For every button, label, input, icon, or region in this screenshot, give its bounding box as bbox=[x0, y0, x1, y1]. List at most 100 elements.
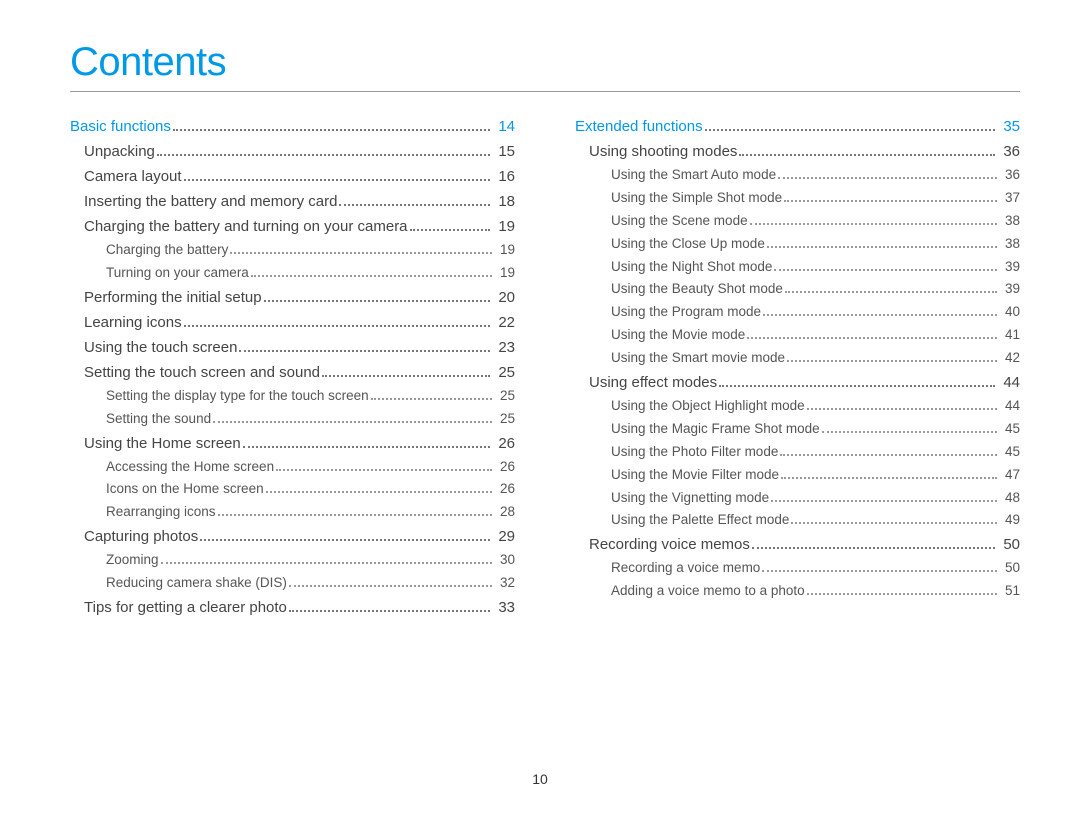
toc-entry-label: Using the Home screen bbox=[84, 433, 241, 454]
toc-entry[interactable]: Using the Vignetting mode48 bbox=[575, 489, 1020, 508]
dot-leader bbox=[213, 411, 492, 423]
dot-leader bbox=[778, 167, 997, 179]
toc-entry-label: Rearranging icons bbox=[106, 503, 216, 522]
toc-entry-page: 22 bbox=[494, 312, 515, 333]
toc-entry[interactable]: Using shooting modes36 bbox=[575, 141, 1020, 162]
toc-entry-label: Using the Magic Frame Shot mode bbox=[611, 420, 820, 439]
toc-entry-page: 26 bbox=[496, 480, 515, 499]
toc-entry-label: Inserting the battery and memory card bbox=[84, 191, 337, 212]
toc-entry-label: Using the Movie mode bbox=[611, 326, 745, 345]
toc-entry-page: 16 bbox=[494, 166, 515, 187]
toc-entry[interactable]: Using the Palette Effect mode49 bbox=[575, 511, 1020, 530]
toc-entry[interactable]: Using effect modes44 bbox=[575, 372, 1020, 393]
toc-entry-page: 23 bbox=[494, 337, 515, 358]
dot-leader bbox=[410, 218, 491, 232]
toc-entry[interactable]: Adding a voice memo to a photo 51 bbox=[575, 582, 1020, 601]
toc-entry-label: Recording a voice memo bbox=[611, 559, 760, 578]
toc-entry[interactable]: Recording a voice memo50 bbox=[575, 559, 1020, 578]
toc-entry[interactable]: Using the Photo Filter mode45 bbox=[575, 443, 1020, 462]
dot-leader bbox=[791, 512, 997, 524]
toc-entry[interactable]: Using the Beauty Shot mode39 bbox=[575, 280, 1020, 299]
toc-entry-page: 36 bbox=[1001, 166, 1020, 185]
toc-entry[interactable]: Unpacking15 bbox=[70, 141, 515, 162]
toc-entry[interactable]: Turning on your camera19 bbox=[70, 264, 515, 283]
page-title: Contents bbox=[70, 40, 1020, 85]
toc-entry[interactable]: Camera layout 16 bbox=[70, 166, 515, 187]
toc-entry[interactable]: Performing the initial setup20 bbox=[70, 287, 515, 308]
toc-entry-page: 19 bbox=[494, 216, 515, 237]
toc-entry[interactable]: Using the Smart Auto mode36 bbox=[575, 166, 1020, 185]
toc-entry[interactable]: Zooming30 bbox=[70, 551, 515, 570]
toc-entry-label: Charging the battery bbox=[106, 241, 228, 260]
dot-leader bbox=[785, 281, 997, 293]
dot-leader bbox=[289, 575, 492, 587]
toc-entry-label: Turning on your camera bbox=[106, 264, 249, 283]
toc-entry-page: 39 bbox=[1001, 280, 1020, 299]
toc-entry[interactable]: Charging the battery and turning on your… bbox=[70, 216, 515, 237]
toc-entry[interactable]: Using the Close Up mode38 bbox=[575, 235, 1020, 254]
toc-entry[interactable]: Learning icons 22 bbox=[70, 312, 515, 333]
toc-entry[interactable]: Extended functions35 bbox=[575, 116, 1020, 137]
toc-entry-page: 33 bbox=[494, 597, 515, 618]
toc-entry-page: 26 bbox=[496, 458, 515, 477]
toc-entry[interactable]: Using the touch screen23 bbox=[70, 337, 515, 358]
title-rule bbox=[70, 91, 1020, 92]
toc-entry[interactable]: Rearranging icons28 bbox=[70, 503, 515, 522]
toc-entry[interactable]: Using the Movie Filter mode47 bbox=[575, 466, 1020, 485]
toc-entry-page: 51 bbox=[1001, 582, 1020, 601]
toc-entry[interactable]: Basic functions14 bbox=[70, 116, 515, 137]
toc-entry[interactable]: Using the Program mode40 bbox=[575, 303, 1020, 322]
toc-entry-label: Unpacking bbox=[84, 141, 155, 162]
toc-entry[interactable]: Using the Movie mode41 bbox=[575, 326, 1020, 345]
toc-entry-page: 47 bbox=[1001, 466, 1020, 485]
toc-entry-page: 30 bbox=[496, 551, 515, 570]
toc-entry[interactable]: Accessing the Home screen26 bbox=[70, 458, 515, 477]
toc-column-right: Extended functions35 Using shooting modes… bbox=[575, 116, 1020, 618]
dot-leader bbox=[705, 118, 996, 132]
toc-entry[interactable]: Using the Simple Shot mode37 bbox=[575, 189, 1020, 208]
toc-entry[interactable]: Using the Object Highlight mode44 bbox=[575, 397, 1020, 416]
dot-leader bbox=[807, 398, 997, 410]
toc-entry-label: Learning icons bbox=[84, 312, 182, 333]
toc-entry-page: 38 bbox=[1001, 235, 1020, 254]
toc-entry-label: Tips for getting a clearer photo bbox=[84, 597, 287, 618]
toc-entry[interactable]: Using the Night Shot mode39 bbox=[575, 258, 1020, 277]
toc-column-left: Basic functions14 Unpacking15 Camera layou… bbox=[70, 116, 515, 618]
toc-entry[interactable]: Tips for getting a clearer photo 33 bbox=[70, 597, 515, 618]
toc-entry-label: Recording voice memos bbox=[589, 534, 750, 555]
toc-entry[interactable]: Using the Smart movie mode42 bbox=[575, 349, 1020, 368]
toc-entry[interactable]: Inserting the battery and memory card 18 bbox=[70, 191, 515, 212]
toc-entry[interactable]: Setting the touch screen and sound 25 bbox=[70, 362, 515, 383]
toc-entry[interactable]: Using the Scene mode38 bbox=[575, 212, 1020, 231]
toc-entry[interactable]: Recording voice memos50 bbox=[575, 534, 1020, 555]
toc-entry[interactable]: Using the Magic Frame Shot mode45 bbox=[575, 420, 1020, 439]
toc-entry-label: Charging the battery and turning on your… bbox=[84, 216, 408, 237]
toc-entry-page: 25 bbox=[494, 362, 515, 383]
toc-entry-label: Using the Palette Effect mode bbox=[611, 511, 789, 530]
toc-entry[interactable]: Setting the sound25 bbox=[70, 410, 515, 429]
toc-entry[interactable]: Using the Home screen26 bbox=[70, 433, 515, 454]
toc-entry[interactable]: Charging the battery 19 bbox=[70, 241, 515, 260]
toc-entry-page: 37 bbox=[1001, 189, 1020, 208]
dot-leader bbox=[780, 444, 997, 456]
toc-entry-page: 38 bbox=[1001, 212, 1020, 231]
dot-leader bbox=[807, 583, 997, 595]
toc-entry[interactable]: Icons on the Home screen 26 bbox=[70, 480, 515, 499]
toc-entry-page: 20 bbox=[494, 287, 515, 308]
toc-entry-label: Using the Smart movie mode bbox=[611, 349, 785, 368]
toc-entry-label: Icons on the Home screen bbox=[106, 480, 264, 499]
toc-entry[interactable]: Capturing photos29 bbox=[70, 526, 515, 547]
toc-entry-page: 40 bbox=[1001, 303, 1020, 322]
toc-entry-label: Camera layout bbox=[84, 166, 182, 187]
toc-entry[interactable]: Setting the display type for the touch s… bbox=[70, 387, 515, 406]
toc-entry-label: Extended functions bbox=[575, 116, 703, 137]
toc-entry-page: 48 bbox=[1001, 489, 1020, 508]
toc-entry[interactable]: Reducing camera shake (DIS)32 bbox=[70, 574, 515, 593]
toc-entry-page: 14 bbox=[494, 116, 515, 137]
toc-entry-label: Setting the display type for the touch s… bbox=[106, 387, 369, 406]
dot-leader bbox=[157, 143, 490, 157]
toc-entry-page: 18 bbox=[494, 191, 515, 212]
toc-entry-label: Setting the touch screen and sound bbox=[84, 362, 320, 383]
toc-entry-page: 19 bbox=[496, 241, 515, 260]
toc-entry-label: Adding a voice memo to a photo bbox=[611, 582, 805, 601]
